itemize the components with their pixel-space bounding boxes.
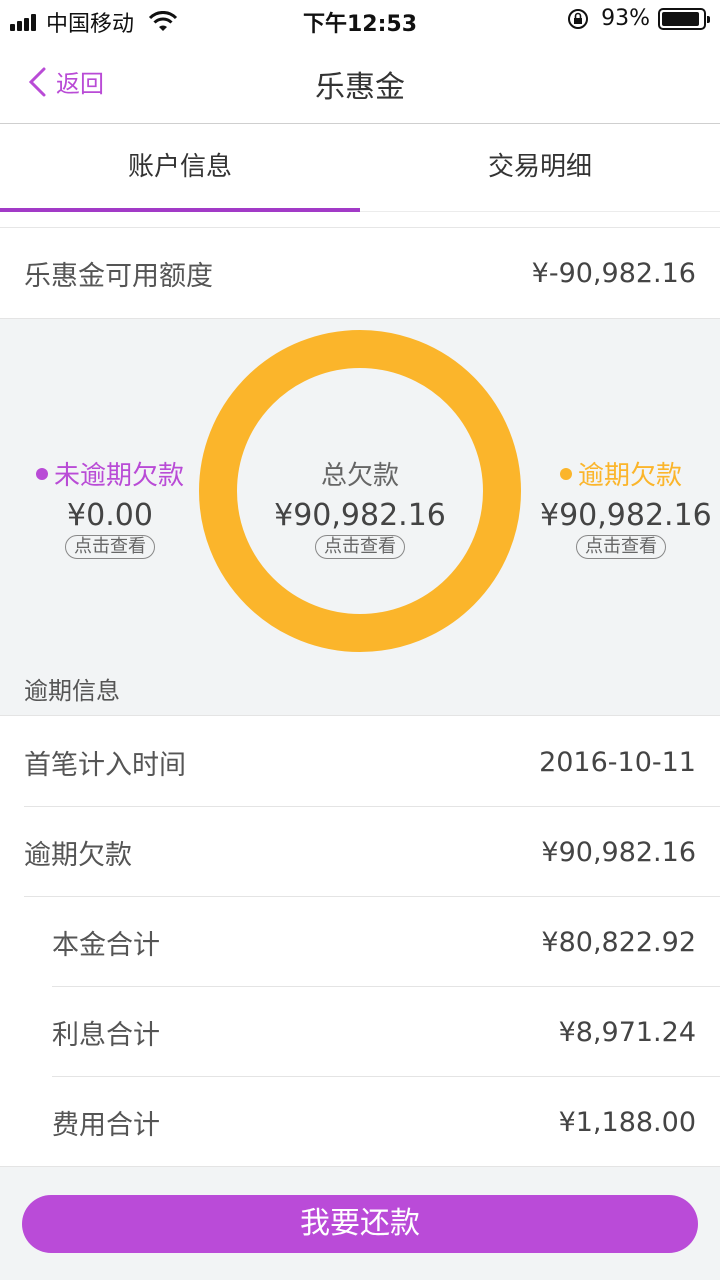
view-not-overdue-button[interactable]: 点击查看 — [65, 535, 155, 559]
repay-button[interactable]: 我要还款 — [22, 1195, 698, 1253]
info-row-fees: 费用合计 ¥1,188.00 — [0, 1077, 720, 1167]
info-row-first-date: 首笔计入时间 2016-10-11 — [0, 717, 720, 807]
row-label: 首笔计入时间 — [24, 749, 186, 781]
info-row-interest: 利息合计 ¥8,971.24 — [0, 987, 720, 1077]
spacer — [0, 212, 720, 228]
overdue-value: ¥90,982.16 — [540, 498, 712, 533]
available-credit-row: 乐惠金可用额度 ¥-90,982.16 — [0, 228, 720, 318]
total-debt-label: 总欠款 — [320, 461, 399, 491]
row-value: ¥80,822.92 — [541, 926, 696, 958]
page-title: 乐惠金 — [315, 70, 405, 105]
row-label: 利息合计 — [52, 1019, 160, 1051]
total-debt-block: 总欠款 ¥90,982.16 点击查看 — [198, 455, 522, 559]
overdue-dot-icon — [559, 467, 572, 480]
not-overdue-label: 未逾期欠款 — [53, 461, 184, 491]
bottom-bar: 我要还款 — [0, 1166, 720, 1280]
view-total-button[interactable]: 点击查看 — [315, 535, 405, 559]
overdue-label-wrap: 逾期欠款 — [540, 455, 702, 492]
row-value: ¥90,982.16 — [541, 836, 696, 868]
row-label: 费用合计 — [52, 1109, 160, 1141]
row-value: ¥1,188.00 — [558, 1106, 696, 1138]
available-credit-label: 乐惠金可用额度 — [24, 260, 213, 292]
available-credit-value: ¥-90,982.16 — [531, 257, 696, 289]
row-label: 逾期欠款 — [24, 839, 132, 871]
not-overdue-dot-icon — [35, 467, 48, 480]
nav-bar: 返回 乐惠金 — [0, 40, 720, 124]
info-row-overdue: 逾期欠款 ¥90,982.16 — [0, 807, 720, 897]
row-value: ¥8,971.24 — [558, 1016, 696, 1048]
row-value: 2016-10-11 — [539, 746, 696, 778]
battery-icon — [658, 7, 710, 30]
debt-summary-panel: 未逾期欠款 ¥0.00 点击查看 总欠款 ¥90,982.16 点击查看 逾期欠… — [0, 318, 720, 716]
not-overdue-value: ¥0.00 — [67, 498, 153, 533]
info-row-principal: 本金合计 ¥80,822.92 — [0, 897, 720, 987]
tab-transaction-details[interactable]: 交易明细 — [360, 124, 720, 211]
not-overdue-label-wrap: 未逾期欠款 — [22, 455, 198, 492]
overdue-block: 逾期欠款 ¥90,982.16 点击查看 — [540, 455, 712, 559]
view-overdue-button[interactable]: 点击查看 — [576, 535, 666, 559]
battery-fill — [662, 11, 700, 26]
total-debt-value: ¥90,982.16 — [274, 498, 446, 533]
tab-bar: 账户信息 交易明细 — [0, 124, 720, 212]
row-label: 本金合计 — [52, 929, 160, 961]
battery-percent: 93% — [601, 6, 650, 31]
rotation-lock-icon — [568, 8, 589, 29]
not-overdue-block: 未逾期欠款 ¥0.00 点击查看 — [22, 455, 198, 559]
section-title: 逾期信息 — [24, 677, 120, 705]
status-bar: 中国移动 下午12:53 93% — [0, 0, 720, 40]
tab-account-info[interactable]: 账户信息 — [0, 124, 360, 212]
overdue-label: 逾期欠款 — [577, 461, 682, 491]
